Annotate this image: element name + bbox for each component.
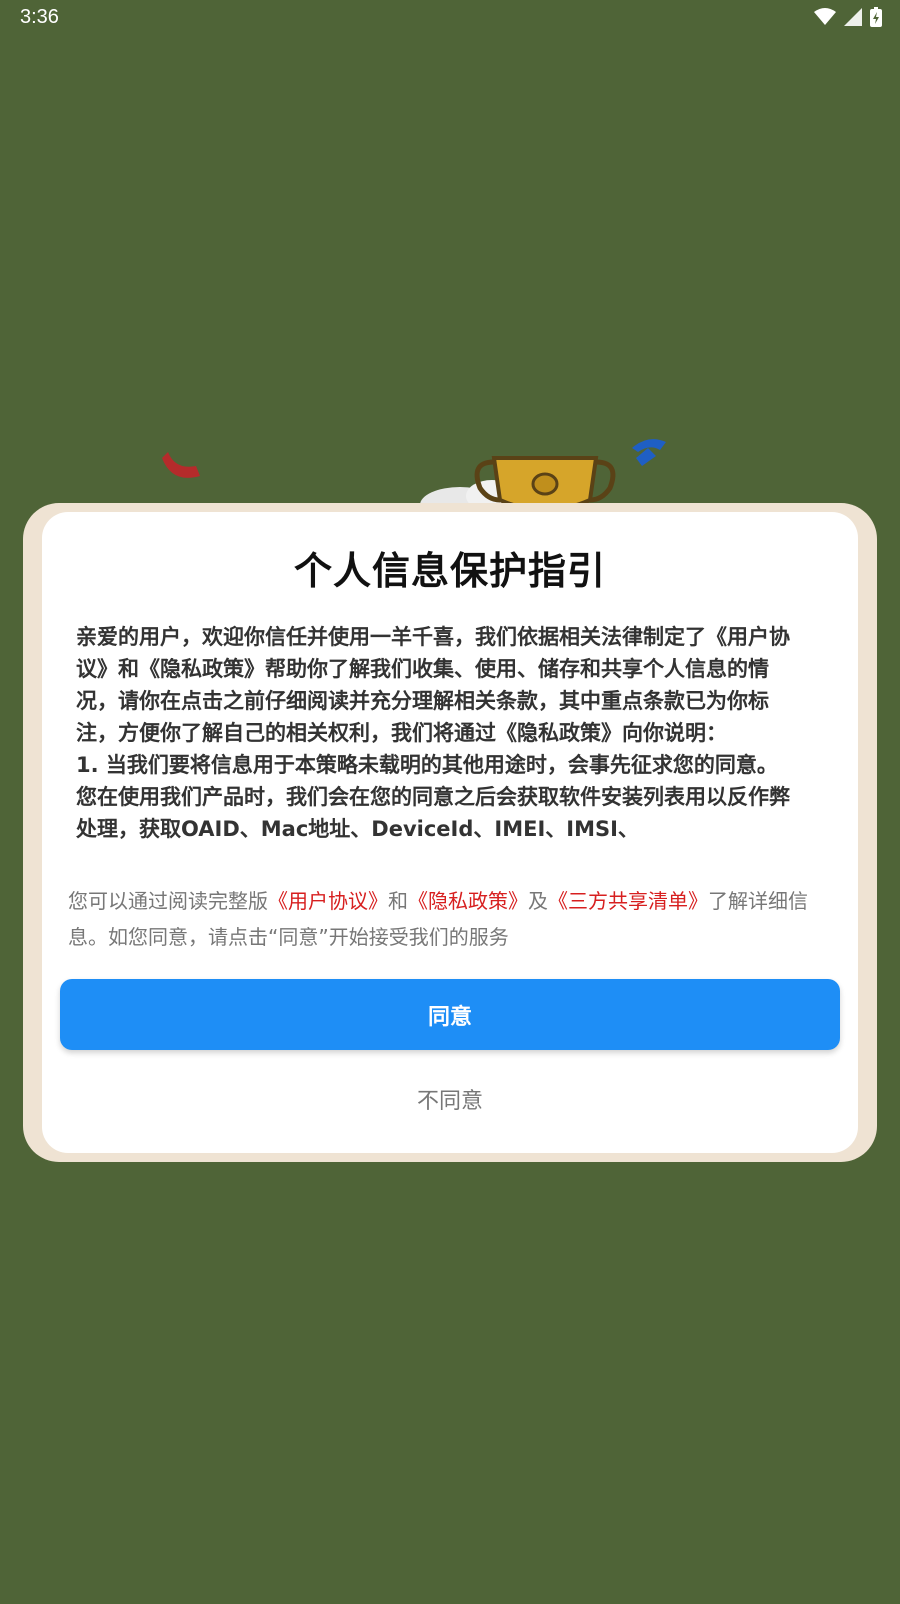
confetti-left-icon — [162, 452, 200, 478]
disagree-button[interactable]: 不同意 — [350, 1074, 550, 1124]
dialog-title: 个人信息保护指引 — [293, 549, 606, 593]
body-paragraph-2: 1. 当我们要将信息用于本策略未载明的其他用途时，会事先征求您的同意。 您在使用… — [76, 753, 790, 841]
confetti-right-icon — [632, 439, 666, 466]
note-and: 和 — [388, 889, 408, 913]
battery-charging-icon — [870, 7, 882, 27]
consent-note: 您可以通过阅读完整版《用户协议》和《隐私政策》及《三方共享清单》了解详细信息。如… — [68, 883, 828, 955]
signal-icon — [844, 8, 862, 26]
status-bar: 3:36 — [0, 0, 900, 36]
status-time: 3:36 — [20, 6, 59, 28]
privacy-dialog-card: 个人信息保护指引 亲爱的用户，欢迎你信任并使用一羊千喜，我们依据相关法律制定了《… — [42, 512, 858, 1153]
status-icons — [814, 7, 882, 27]
wifi-icon — [814, 8, 836, 25]
third-party-list-link[interactable]: 《三方共享清单》 — [548, 889, 708, 913]
agree-button[interactable]: 同意 — [60, 979, 840, 1050]
privacy-dialog: 个人信息保护指引 亲爱的用户，欢迎你信任并使用一羊千喜，我们依据相关法律制定了《… — [23, 503, 877, 1162]
user-agreement-link[interactable]: 《用户协议》 — [268, 889, 388, 913]
dialog-body-scroll[interactable]: 亲爱的用户，欢迎你信任并使用一羊千喜，我们依据相关法律制定了《用户协议》和《隐私… — [76, 621, 806, 857]
note-and-2: 及 — [528, 889, 548, 913]
privacy-policy-link[interactable]: 《隐私政策》 — [408, 889, 528, 913]
note-prefix: 您可以通过阅读完整版 — [68, 889, 268, 913]
body-paragraph-1: 亲爱的用户，欢迎你信任并使用一羊千喜，我们依据相关法律制定了《用户协议》和《隐私… — [76, 625, 790, 745]
